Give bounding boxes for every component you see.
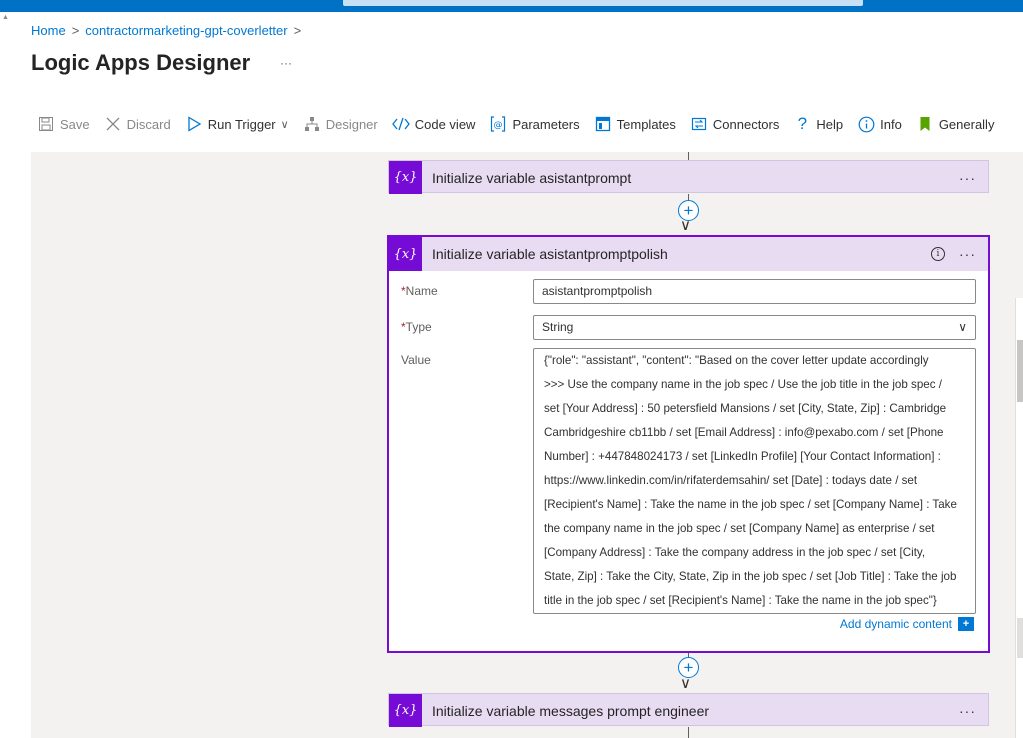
portal-top-bar (0, 0, 1023, 12)
info-button[interactable]: Info (856, 114, 902, 134)
add-dynamic-content-label: Add dynamic content (839, 617, 952, 631)
value-text-line: set [Your Address] : 50 petersfield Mans… (544, 402, 947, 415)
arrow-down-icon: ∨ (680, 217, 691, 234)
code-view-label: Code view (414, 116, 476, 132)
name-label-text: Name (405, 284, 438, 298)
dynamic-content-plus-icon: + (958, 617, 974, 631)
code-view-button[interactable]: Code view (391, 114, 476, 134)
page-title: Logic Apps Designer (31, 50, 251, 75)
designer-icon (302, 114, 322, 134)
value-field-label: Value (401, 353, 431, 367)
more-options-icon[interactable]: ··· (959, 170, 976, 186)
info-icon[interactable]: i (931, 247, 945, 261)
parameters-label: Parameters (512, 116, 580, 132)
svg-text:@: @ (494, 121, 503, 131)
value-text-line: >>> Use the company name in the job spec… (544, 378, 942, 391)
templates-button[interactable]: Templates (593, 114, 676, 134)
breadcrumb-home-link[interactable]: Home (31, 23, 66, 38)
action-card-asistantpromptpolish[interactable]: {x} Initialize variable asistantpromptpo… (387, 235, 990, 653)
chevron-down-icon: ∨ (958, 320, 967, 334)
name-field-label: *Name (401, 284, 438, 298)
discard-icon (103, 114, 123, 134)
generally-label: Generally (938, 116, 995, 132)
value-text-line: Number] : +447848024173 / set [LinkedIn … (544, 450, 941, 463)
action-card-title: Initialize variable asistantpromptpolish (432, 246, 668, 262)
variable-icon: {x} (389, 237, 422, 271)
breadcrumb-separator-icon: > (71, 23, 80, 38)
discard-label: Discard (126, 116, 171, 132)
scroll-up-icon[interactable]: ▲ (2, 14, 9, 21)
code-icon (391, 114, 411, 134)
value-text-line: {"role": "assistant", "content": "Based … (544, 354, 929, 367)
add-dynamic-content-link[interactable]: Add dynamic content + (840, 617, 974, 631)
parameters-button[interactable]: @ Parameters (488, 114, 580, 134)
action-card-messages-prompt-engineer[interactable]: {x} Initialize variable messages prompt … (388, 693, 989, 727)
action-card-title: Initialize variable asistantprompt (432, 169, 632, 186)
value-text-line: the company name in the job spec / set [… (544, 522, 935, 535)
templates-icon (593, 114, 613, 134)
connectors-label: Connectors (712, 116, 780, 132)
connectors-icon (689, 114, 709, 134)
right-side-panel-edge[interactable] (1015, 298, 1023, 738)
designer-toolbar: Save Discard Run Trigger ∨ Designer Code… (36, 112, 1007, 136)
more-options-icon[interactable]: ··· (959, 703, 976, 719)
designer-label: Designer (325, 116, 378, 132)
more-options-icon[interactable]: ··· (959, 246, 976, 262)
connectors-button[interactable]: Connectors (689, 114, 779, 134)
value-text-line: [Recipient's Name] : Take the name in th… (544, 498, 957, 511)
value-text-line: title in the job spec / set [Recipient's… (544, 594, 937, 607)
value-textarea[interactable]: {"role": "assistant", "content": "Based … (533, 348, 976, 614)
discard-button[interactable]: Discard (103, 114, 171, 134)
save-icon (36, 114, 56, 134)
panel-scrollbar-track-marker (1017, 618, 1023, 658)
name-input[interactable]: asistantpromptpolish (533, 279, 976, 304)
run-trigger-button[interactable]: Run Trigger ∨ (184, 114, 289, 134)
value-text-line: https://www.linkedin.com/in/rifaterdemsa… (544, 474, 918, 487)
generally-button[interactable]: Generally (915, 114, 995, 134)
save-label: Save (60, 116, 90, 132)
variable-icon: {x} (389, 694, 422, 727)
save-button[interactable]: Save (36, 114, 90, 134)
type-label-text: Type (405, 320, 432, 334)
play-icon (184, 114, 204, 134)
chevron-down-icon: ∨ (280, 118, 289, 131)
help-label: Help (816, 116, 844, 132)
left-scrollbar[interactable]: ▲ (0, 12, 10, 738)
designer-button[interactable]: Designer (302, 114, 378, 134)
arrow-down-icon: ∨ (680, 675, 691, 692)
type-field-label: *Type (401, 320, 432, 334)
action-card-title: Initialize variable messages prompt engi… (432, 702, 710, 719)
value-text-line: [Company Address] : Take the company add… (544, 546, 926, 559)
templates-label: Templates (616, 116, 676, 132)
breadcrumb-resource-link[interactable]: contractormarketing-gpt-coverletter (85, 23, 287, 38)
connector-line (688, 152, 689, 160)
info-label: Info (880, 116, 902, 132)
bookmark-icon (915, 114, 935, 134)
info-icon (856, 114, 876, 134)
help-icon: ? (797, 114, 808, 133)
parameters-icon: @ (488, 114, 508, 134)
global-search-box[interactable] (343, 0, 863, 6)
help-button[interactable]: ? Help (792, 114, 843, 134)
connector-line (688, 727, 689, 738)
run-trigger-label: Run Trigger (207, 116, 276, 132)
variable-icon: {x} (389, 161, 422, 194)
value-text-line: Cambridgeshire cb11bb / set [Email Addre… (544, 426, 944, 439)
type-select[interactable]: String ∨ (533, 315, 976, 340)
panel-scrollbar-thumb[interactable] (1017, 340, 1023, 402)
action-card-asistantprompt[interactable]: {x} Initialize variable asistantprompt ·… (388, 160, 989, 194)
breadcrumb: Home > contractormarketing-gpt-coverlett… (31, 23, 301, 38)
type-select-value: String (542, 320, 574, 334)
breadcrumb-separator-icon: > (293, 23, 302, 38)
value-text-line: State, Zip] : Take the City, State, Zip … (544, 570, 957, 583)
page-more-icon[interactable]: ··· (280, 56, 292, 70)
